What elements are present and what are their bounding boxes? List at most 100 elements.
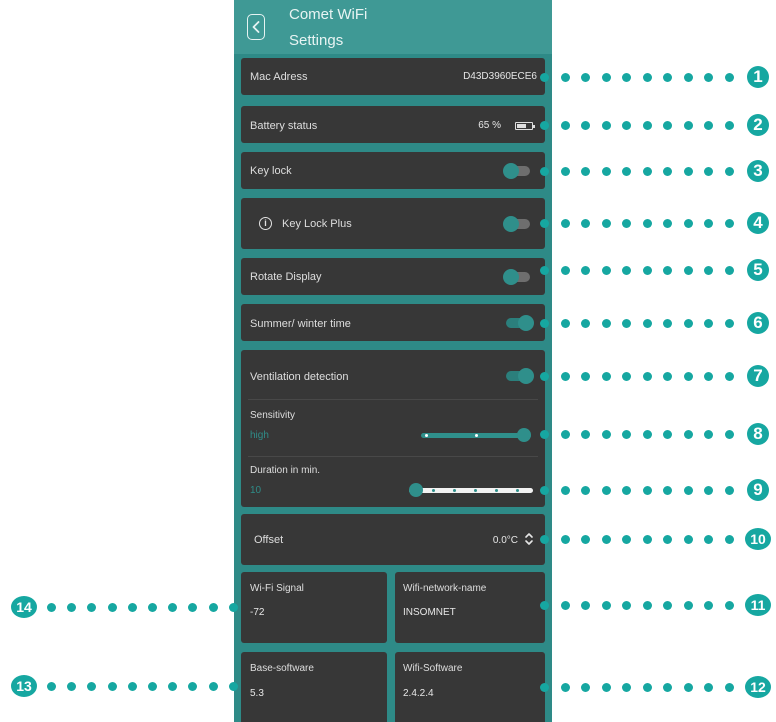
- callout-leader-dot: [581, 218, 590, 228]
- callout-leader-dot: [560, 72, 570, 82]
- callout-leader-dot: [581, 120, 590, 130]
- callout-leader-dot: [663, 318, 672, 328]
- ventilation-detection-toggle[interactable]: [506, 368, 534, 384]
- callout-leader-dot: [560, 318, 570, 328]
- callout-leader-dot: [724, 429, 734, 439]
- app-title: Comet WiFi: [289, 6, 368, 23]
- callout-leader-dot: [663, 371, 672, 381]
- callout-leader-dot: [560, 682, 570, 692]
- duration-slider[interactable]: [409, 483, 533, 497]
- callout-leader-dot: [581, 429, 590, 439]
- callout-leader-dot: [642, 318, 652, 328]
- offset-row: Offset 0.0°C: [241, 514, 545, 565]
- callout-leader-dot: [601, 218, 611, 228]
- rotate-display-toggle[interactable]: [503, 269, 530, 285]
- callout-leader-dot: [107, 602, 117, 612]
- callout-leader-dot: [622, 120, 631, 130]
- battery-status-value: 65 %: [478, 120, 501, 131]
- wifi-network-card: Wifi-network-name INSOMNET: [395, 572, 545, 643]
- back-button[interactable]: [247, 14, 265, 40]
- callout-leader-dot: [724, 534, 734, 544]
- callout-leader-dot: [642, 682, 652, 692]
- callout-leader-dot: [704, 534, 713, 544]
- summer-winter-time-row: Summer/ winter time: [241, 304, 545, 341]
- callout-leader-dot: [581, 72, 590, 82]
- callout-leader-dot: [47, 602, 56, 612]
- callout-number: 10: [745, 528, 771, 550]
- duration-tick: [432, 489, 435, 492]
- callout-leader-dot: [642, 371, 652, 381]
- callout-leader-dot: [560, 371, 570, 381]
- duration-value: 10: [250, 485, 262, 496]
- callout-number: 8: [747, 423, 769, 445]
- key-lock-label: Key lock: [250, 165, 292, 177]
- duration-thumb[interactable]: [409, 483, 423, 497]
- key-lock-toggle[interactable]: [503, 163, 530, 179]
- callout-leader-dot: [560, 485, 570, 495]
- battery-status-row: Battery status 65 %: [241, 106, 545, 143]
- duration-tick: [516, 489, 519, 492]
- callout-leader-dot: [683, 371, 693, 381]
- callout-leader-dot: [724, 166, 734, 176]
- callout-leader-dot: [704, 265, 713, 275]
- callout-leader-dot: [67, 681, 77, 691]
- callout-leader-dot: [622, 265, 631, 275]
- callout-leader-dot: [704, 429, 713, 439]
- callout-leader-dot: [560, 218, 570, 228]
- sensitivity-slider[interactable]: [421, 428, 531, 442]
- duration-track: [409, 488, 533, 493]
- rotate-display-row: Rotate Display: [241, 258, 545, 295]
- callout-leader-dot: [601, 166, 611, 176]
- callout-leader-dot: [601, 120, 611, 130]
- page-title: Settings: [289, 32, 344, 49]
- callout-leader-dot: [724, 218, 734, 228]
- callout-leader-dot: [581, 534, 590, 544]
- callout-leader-dot: [683, 485, 693, 495]
- callout-leader-dot: [642, 600, 652, 610]
- chevron-left-icon: [252, 21, 260, 33]
- sensitivity-value: high: [250, 430, 269, 441]
- ventilation-detection-label: Ventilation detection: [250, 371, 349, 383]
- callout-leader-dot: [642, 265, 652, 275]
- callout-leader-dot: [704, 600, 713, 610]
- summer-winter-time-label: Summer/ winter time: [250, 318, 351, 330]
- callout-leader-dot: [704, 218, 713, 228]
- base-software-label: Base-software: [250, 663, 314, 674]
- duration-tick: [453, 489, 456, 492]
- base-software-card: Base-software 5.3: [241, 652, 387, 722]
- callout-leader-dot: [663, 218, 672, 228]
- wifi-software-card: Wifi-Software 2.4.2.4: [395, 652, 545, 722]
- info-icon[interactable]: i: [259, 217, 272, 230]
- offset-label: Offset: [254, 534, 284, 546]
- callout-leader-dot: [67, 602, 77, 612]
- callout-leader-dot: [663, 429, 672, 439]
- callout-leader-dot: [87, 602, 97, 612]
- callout-leader-dot: [560, 429, 570, 439]
- callout-leader-dot: [601, 682, 611, 692]
- key-lock-row: Key lock: [241, 152, 545, 189]
- callout-leader-dot: [540, 534, 549, 544]
- callout-leader-dot: [683, 72, 693, 82]
- callout-leader-dot: [622, 218, 631, 228]
- callout-leader-dot: [683, 218, 693, 228]
- sensitivity-thumb[interactable]: [517, 428, 531, 442]
- callout-leader-dot: [642, 534, 652, 544]
- callout-number: 1: [747, 66, 769, 88]
- callout-leader-dot: [683, 166, 693, 176]
- wifi-signal-value: -72: [250, 607, 265, 618]
- callout-leader-dot: [704, 120, 713, 130]
- mac-address-label: Mac Adress: [250, 71, 308, 83]
- key-lock-plus-toggle[interactable]: [503, 216, 530, 232]
- callout-leader-dot: [622, 318, 631, 328]
- callout-number: 11: [745, 594, 771, 616]
- summer-winter-time-toggle[interactable]: [506, 315, 534, 331]
- callout-number: 6: [747, 312, 769, 334]
- callout-leader-dot: [724, 485, 734, 495]
- base-software-value: 5.3: [250, 688, 264, 699]
- up-down-icon[interactable]: [524, 532, 534, 546]
- callout-leader-dot: [560, 600, 570, 610]
- callout-leader-dot: [683, 318, 693, 328]
- callout-leader-dot: [724, 371, 734, 381]
- callout-leader-dot: [208, 681, 218, 691]
- wifi-signal-card: Wi-Fi Signal -72: [241, 572, 387, 643]
